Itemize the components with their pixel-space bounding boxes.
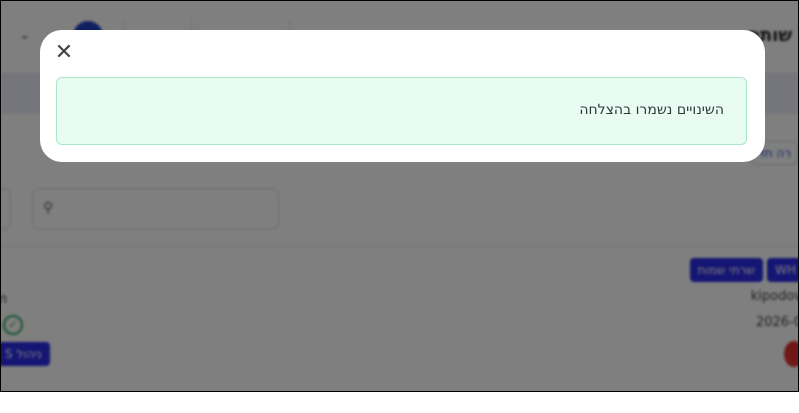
success-message: השינויים נשמרו בהצלחה bbox=[579, 102, 724, 118]
close-icon[interactable]: ✕ bbox=[52, 40, 76, 64]
success-modal: ✕ השינויים נשמרו בהצלחה bbox=[40, 30, 765, 162]
app-window: ⌄ שותפ רה חד ⚲ שרתי שמות WH kipodov 2026… bbox=[0, 0, 799, 392]
success-alert: השינויים נשמרו בהצלחה bbox=[56, 77, 747, 145]
